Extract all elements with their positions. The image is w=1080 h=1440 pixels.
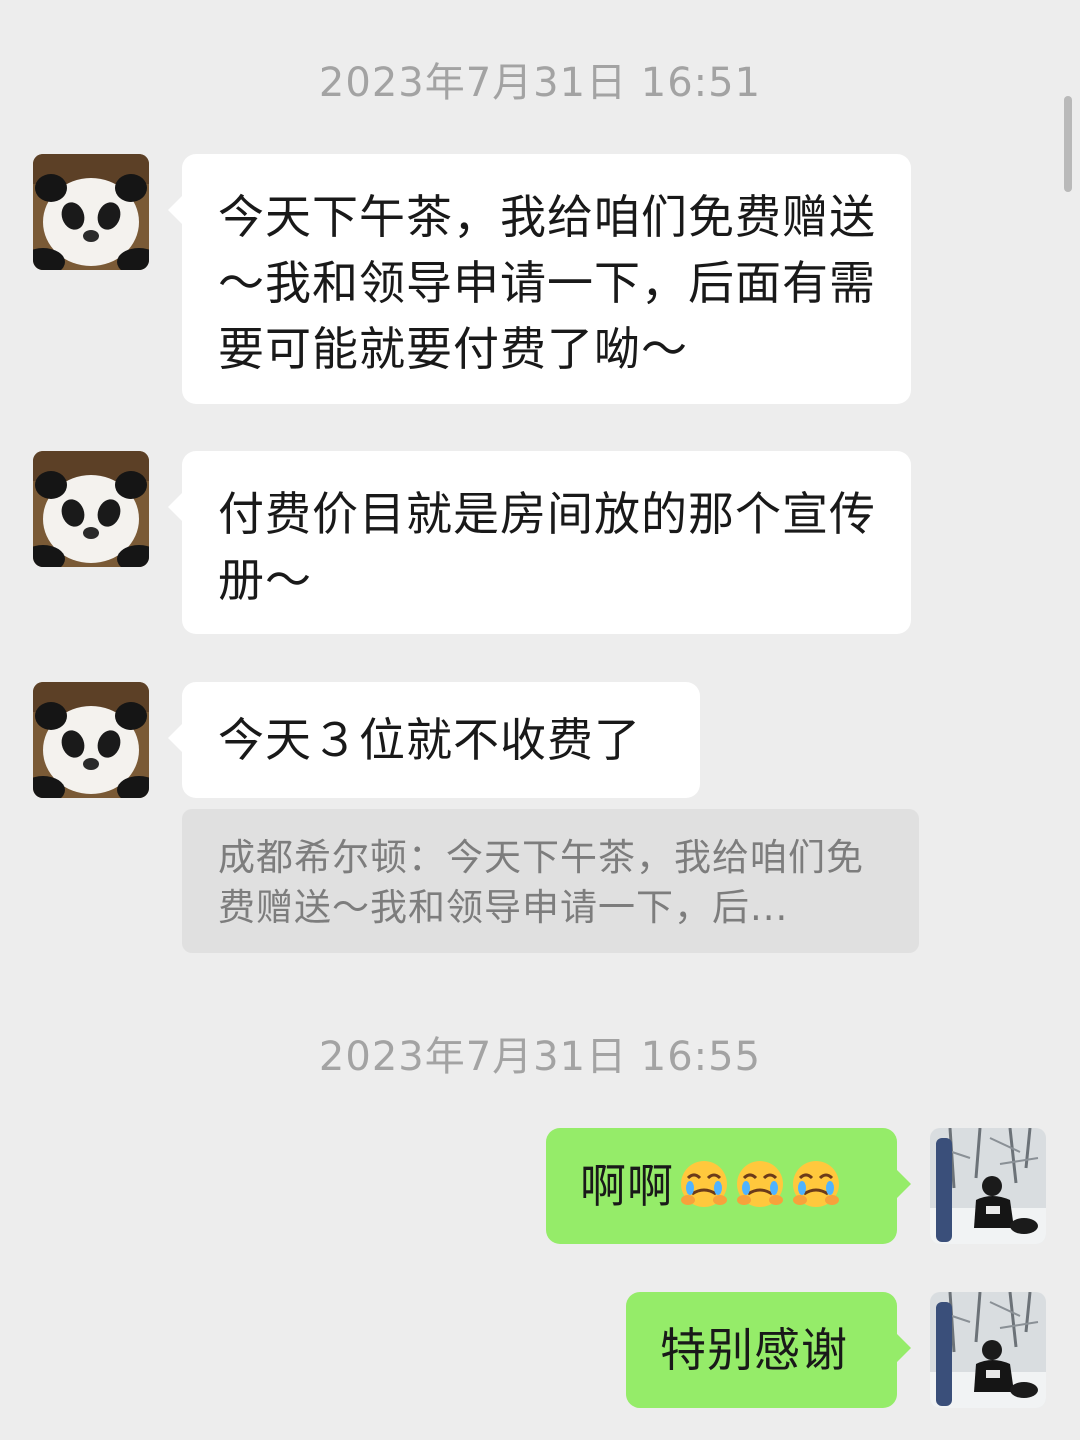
user-avatar-snow[interactable]: [930, 1128, 1046, 1244]
timestamp: 2023年7月31日 16:51: [318, 60, 762, 106]
face-holding-back-tears-icon: [734, 1158, 786, 1210]
quoted-message[interactable]: 成都希尔顿：今天下午茶，我给咱们免费赠送～我和领导申请一下，后...: [182, 809, 919, 953]
contact-avatar-panda[interactable]: [33, 154, 149, 270]
message-text: 啊啊: [580, 1159, 674, 1213]
message-bubble-incoming[interactable]: 付费价目就是房间放的那个宣传册～: [168, 451, 911, 634]
message-bubble-incoming[interactable]: 今天３位就不收费了: [168, 682, 700, 798]
scrollbar[interactable]: [1064, 96, 1072, 192]
timestamp: 2023年7月31日 16:55: [318, 1034, 762, 1080]
user-avatar-snow[interactable]: [930, 1292, 1046, 1408]
message-bubble-outgoing[interactable]: 啊啊: [546, 1128, 911, 1244]
face-holding-back-tears-icon: [790, 1158, 842, 1210]
face-holding-back-tears-icon: [678, 1158, 730, 1210]
message-bubble-outgoing[interactable]: 特别感谢: [626, 1292, 911, 1408]
contact-avatar-panda[interactable]: [33, 682, 149, 798]
message-bubble-incoming[interactable]: 今天下午茶，我给咱们免费赠送～我和领导申请一下，后面有需要可能就要付费了呦～: [168, 154, 911, 404]
contact-avatar-panda[interactable]: [33, 451, 149, 567]
